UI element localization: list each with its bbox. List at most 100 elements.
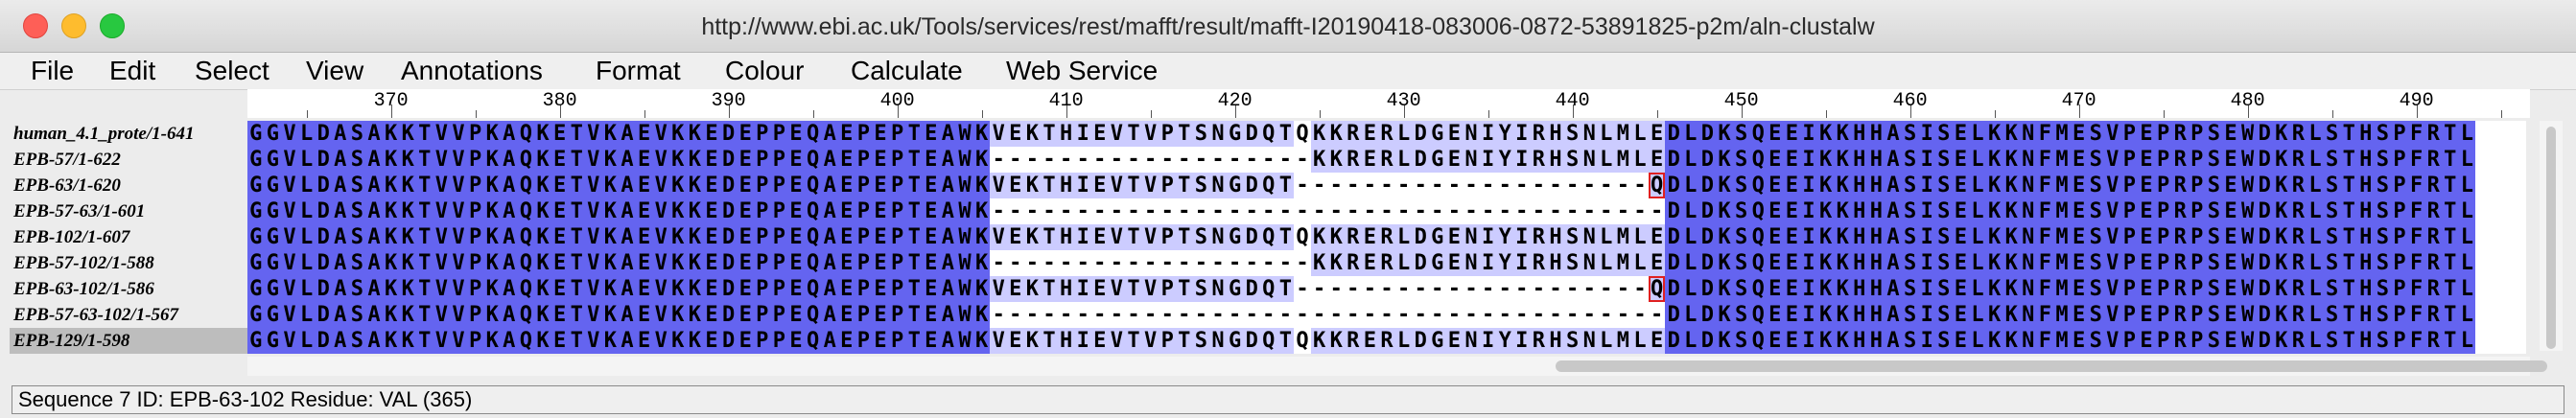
residue-cell[interactable]: L	[297, 276, 316, 302]
residue-cell[interactable]: E	[787, 302, 805, 328]
residue-cell[interactable]: E	[2222, 121, 2239, 147]
residue-cell[interactable]: E	[550, 302, 569, 328]
residue-cell[interactable]: R	[1378, 250, 1395, 276]
residue-cell[interactable]: K	[2273, 302, 2290, 328]
residue-cell[interactable]: E	[838, 250, 855, 276]
residue-cell[interactable]: D	[1243, 328, 1260, 354]
residue-cell[interactable]: G	[247, 147, 265, 173]
residue-cell[interactable]: T	[2340, 173, 2357, 198]
residue-cell[interactable]: K	[669, 250, 687, 276]
residue-cell[interactable]: N	[1463, 224, 1480, 250]
residue-cell[interactable]: K	[1834, 276, 1851, 302]
residue-cell[interactable]: K	[534, 173, 551, 198]
residue-cell[interactable]: L	[2307, 276, 2324, 302]
residue-cell[interactable]: I	[1513, 328, 1531, 354]
residue-cell[interactable]: E	[923, 121, 940, 147]
residue-cell[interactable]: F	[2036, 250, 2054, 276]
alignment-gap[interactable]: -	[1276, 198, 1295, 224]
residue-cell[interactable]: K	[972, 173, 991, 198]
residue-cell[interactable]: A	[619, 198, 636, 224]
residue-cell[interactable]: T	[1125, 173, 1142, 198]
residue-cell[interactable]: H	[1867, 224, 1885, 250]
alignment-gap[interactable]: -	[1209, 250, 1227, 276]
residue-cell[interactable]: V	[433, 147, 451, 173]
alignment-gap[interactable]: -	[1614, 276, 1632, 302]
residue-cell[interactable]: E	[550, 250, 569, 276]
alignment-gap[interactable]: -	[1429, 198, 1446, 224]
residue-cell[interactable]: Q	[1260, 224, 1277, 250]
alignment-gap[interactable]: -	[1429, 302, 1446, 328]
residue-cell[interactable]: E	[923, 198, 940, 224]
residue-cell[interactable]: K	[1327, 250, 1345, 276]
residue-cell[interactable]: E	[1007, 173, 1024, 198]
residue-cell[interactable]: K	[601, 173, 620, 198]
residue-cell[interactable]: A	[821, 121, 838, 147]
residue-cell[interactable]: E	[1952, 250, 1970, 276]
alignment-gap[interactable]: -	[1445, 302, 1464, 328]
residue-cell[interactable]: E	[1952, 302, 1970, 328]
residue-cell[interactable]: T	[2442, 276, 2459, 302]
residue-cell[interactable]: P	[2154, 121, 2172, 147]
alignment-gap[interactable]: -	[1108, 147, 1126, 173]
residue-cell[interactable]: N	[2020, 121, 2037, 147]
residue-cell[interactable]: Q	[1294, 224, 1311, 250]
residue-cell[interactable]: L	[2307, 250, 2324, 276]
alignment-gap[interactable]: -	[1378, 173, 1395, 198]
residue-cell[interactable]: I	[1479, 250, 1497, 276]
residue-cell[interactable]: A	[501, 224, 518, 250]
residue-cell[interactable]: P	[754, 173, 771, 198]
alignment-gap[interactable]: -	[1074, 250, 1091, 276]
residue-cell[interactable]: T	[905, 276, 923, 302]
residue-cell[interactable]: K	[1816, 147, 1835, 173]
residue-cell[interactable]: T	[568, 147, 585, 173]
residue-cell[interactable]: D	[719, 147, 738, 173]
residue-cell[interactable]: T	[1176, 328, 1193, 354]
residue-cell[interactable]: K	[972, 276, 991, 302]
residue-cell[interactable]: T	[416, 147, 433, 173]
residue-cell[interactable]: T	[2442, 198, 2459, 224]
residue-cell[interactable]: E	[838, 302, 855, 328]
alignment-gap[interactable]: -	[1648, 302, 1666, 328]
residue-cell[interactable]: L	[2458, 121, 2476, 147]
residue-cell[interactable]: V	[450, 224, 467, 250]
residue-cell[interactable]: E	[1767, 224, 1784, 250]
alignment-gap[interactable]: -	[1041, 147, 1058, 173]
residue-cell[interactable]: W	[956, 121, 973, 147]
residue-cell[interactable]: Q	[1749, 198, 1767, 224]
residue-cell[interactable]: A	[501, 198, 518, 224]
alignment-gap[interactable]: -	[990, 302, 1007, 328]
residue-cell[interactable]: W	[956, 224, 973, 250]
residue-cell[interactable]: E	[737, 302, 754, 328]
residue-cell[interactable]: E	[2222, 173, 2239, 198]
residue-cell[interactable]: K	[972, 302, 991, 328]
residue-cell[interactable]: A	[365, 147, 383, 173]
residue-cell[interactable]: H	[2357, 198, 2375, 224]
residue-cell[interactable]: T	[416, 173, 433, 198]
alignment-gap[interactable]: -	[1294, 250, 1311, 276]
residue-cell[interactable]: L	[1969, 328, 1986, 354]
residue-cell[interactable]: Q	[1749, 147, 1767, 173]
residue-cell[interactable]: K	[2002, 302, 2020, 328]
residue-cell[interactable]: V	[585, 224, 602, 250]
residue-cell[interactable]: L	[2458, 147, 2476, 173]
residue-cell[interactable]: Q	[517, 147, 535, 173]
residue-cell[interactable]: K	[1327, 121, 1345, 147]
residue-cell[interactable]: E	[703, 147, 720, 173]
residue-cell[interactable]: P	[2120, 173, 2139, 198]
residue-cell[interactable]: S	[2087, 147, 2104, 173]
residue-cell[interactable]: V	[433, 224, 451, 250]
residue-cell[interactable]: D	[1665, 173, 1682, 198]
residue-cell[interactable]: K	[601, 328, 620, 354]
residue-cell[interactable]: P	[2189, 173, 2206, 198]
residue-cell[interactable]: Q	[517, 173, 535, 198]
residue-cell[interactable]: S	[2323, 276, 2341, 302]
residue-cell[interactable]: D	[315, 250, 332, 276]
residue-cell[interactable]: E	[550, 147, 569, 173]
residue-cell[interactable]: G	[247, 302, 265, 328]
residue-cell[interactable]: D	[1698, 302, 1717, 328]
residue-cell[interactable]: H	[1867, 276, 1885, 302]
residue-cell[interactable]: A	[501, 121, 518, 147]
residue-cell[interactable]: G	[264, 276, 282, 302]
alignment-gap[interactable]: -	[1108, 250, 1126, 276]
residue-cell[interactable]: Q	[1294, 121, 1311, 147]
